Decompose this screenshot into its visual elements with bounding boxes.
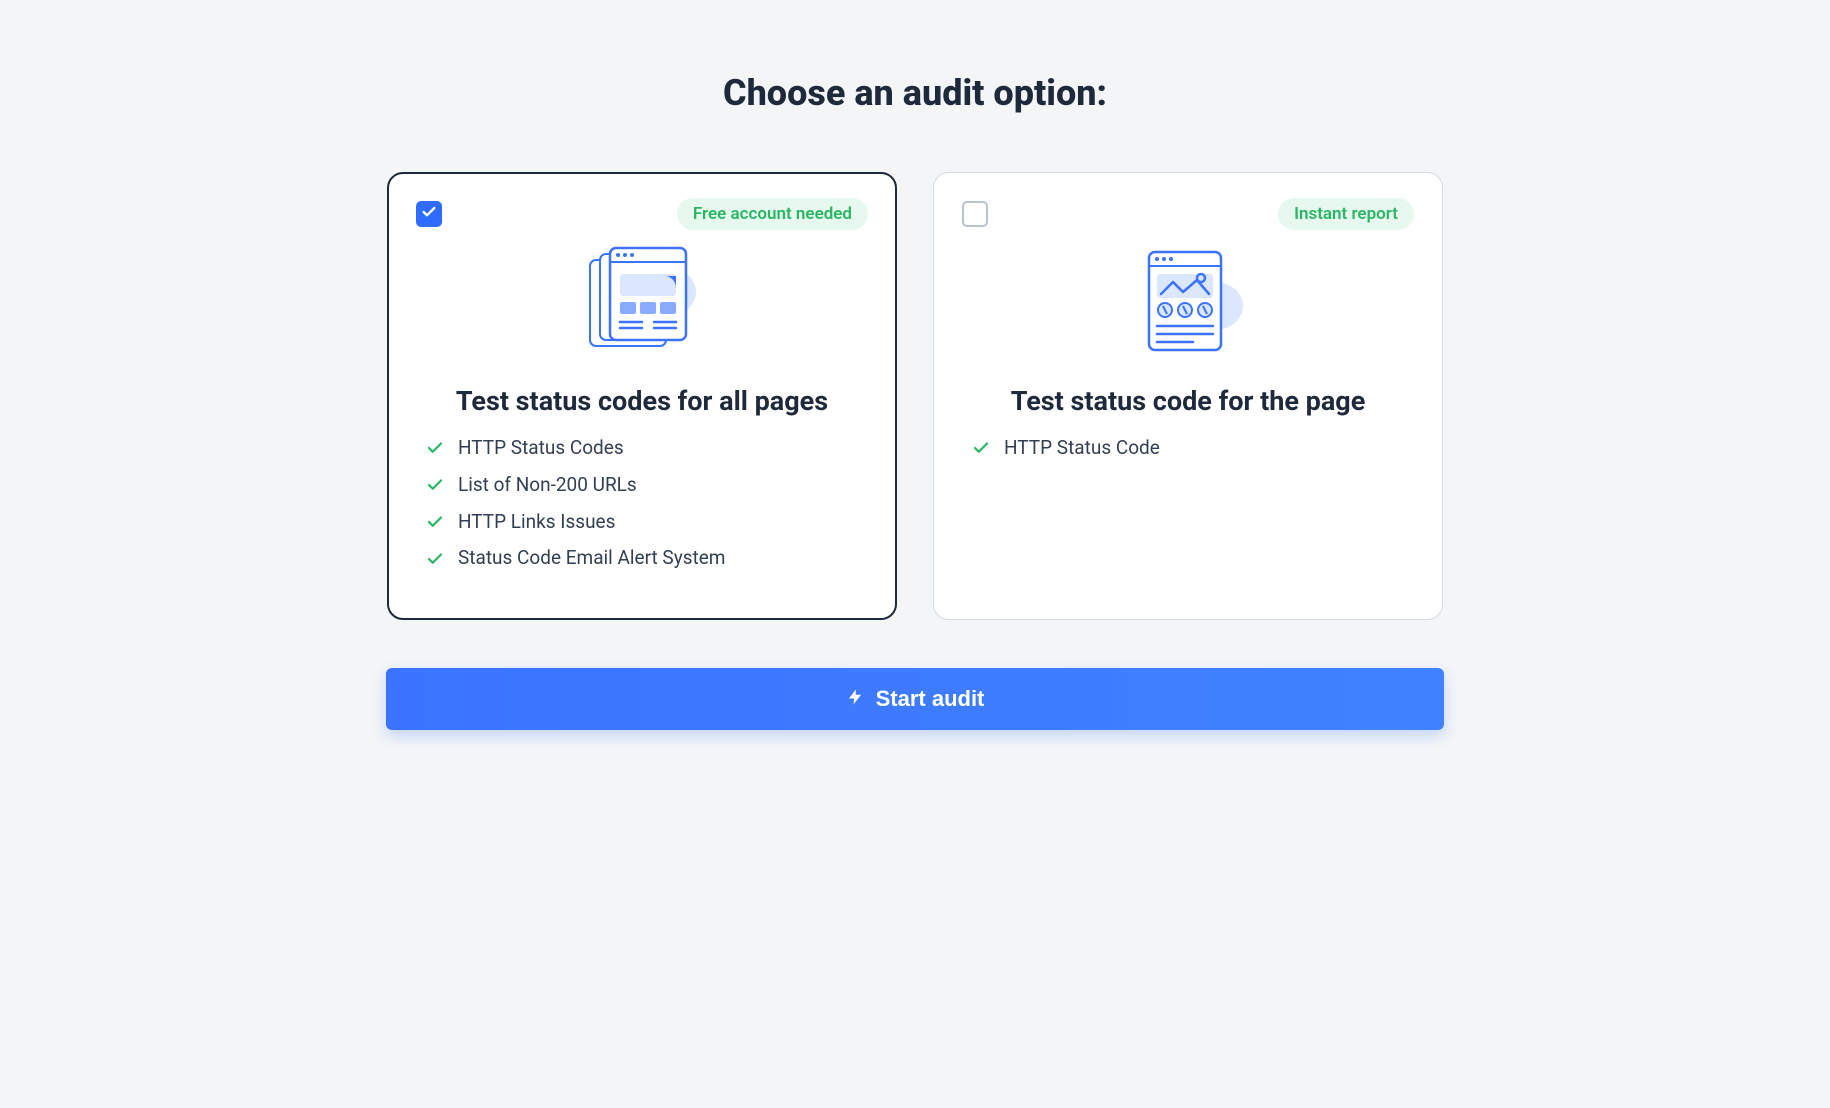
start-audit-label: Start audit xyxy=(876,686,985,712)
check-icon xyxy=(972,439,990,457)
feature-item: HTTP Status Codes xyxy=(426,437,862,460)
feature-item: List of Non-200 URLs xyxy=(426,474,862,497)
option-checkbox[interactable] xyxy=(962,201,988,227)
feature-list: HTTP Status Codes List of Non-200 URLs H… xyxy=(416,437,868,570)
option-title: Test status codes for all pages xyxy=(416,385,868,417)
option-badge: Free account needed xyxy=(677,198,868,230)
check-icon xyxy=(426,439,444,457)
checkmark-icon xyxy=(421,204,437,224)
audit-option-page: Choose an audit option: Free account nee… xyxy=(195,0,1635,730)
option-title: Test status code for the page xyxy=(962,385,1414,417)
option-card-all-pages[interactable]: Free account needed xyxy=(387,172,897,620)
page-title: Choose an audit option: xyxy=(195,72,1635,114)
single-page-icon xyxy=(1123,246,1253,370)
options-row: Free account needed xyxy=(195,172,1635,620)
check-icon xyxy=(426,550,444,568)
check-icon xyxy=(426,513,444,531)
start-audit-button[interactable]: Start audit xyxy=(386,668,1444,730)
lightning-icon xyxy=(846,686,864,712)
feature-item: Status Code Email Alert System xyxy=(426,547,862,570)
option-illustration xyxy=(416,243,868,373)
card-header: Free account needed xyxy=(416,199,868,229)
card-header: Instant report xyxy=(962,199,1414,229)
pages-stack-icon xyxy=(572,246,712,370)
feature-label: List of Non-200 URLs xyxy=(458,474,637,497)
feature-label: HTTP Status Codes xyxy=(458,437,624,460)
option-checkbox[interactable] xyxy=(416,201,442,227)
feature-item: HTTP Links Issues xyxy=(426,511,862,534)
feature-item: HTTP Status Code xyxy=(972,437,1408,460)
feature-label: HTTP Status Code xyxy=(1004,437,1160,460)
feature-label: HTTP Links Issues xyxy=(458,511,615,534)
option-card-single-page[interactable]: Instant report xyxy=(933,172,1443,620)
option-badge: Instant report xyxy=(1278,198,1414,230)
feature-label: Status Code Email Alert System xyxy=(458,547,725,570)
feature-list: HTTP Status Code xyxy=(962,437,1414,460)
check-icon xyxy=(426,476,444,494)
option-illustration xyxy=(962,243,1414,373)
